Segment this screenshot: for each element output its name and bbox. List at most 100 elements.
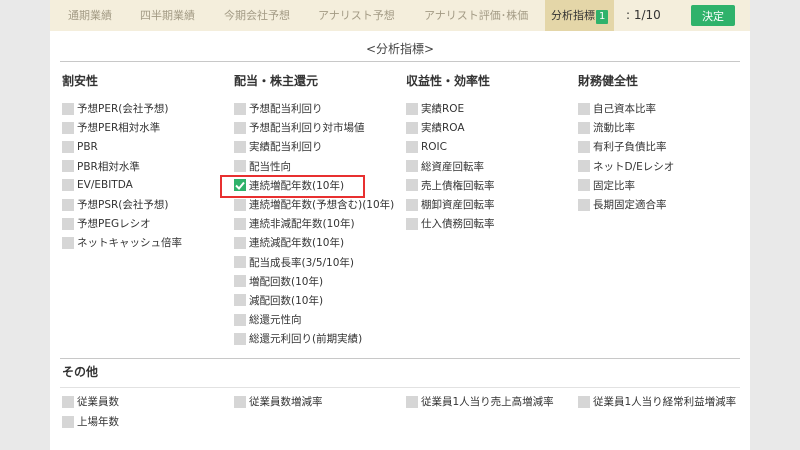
- checkbox-item[interactable]: 実績ROE: [406, 99, 495, 118]
- checkbox-item[interactable]: 配当成長率(3/5/10年): [234, 253, 394, 272]
- checkbox-icon[interactable]: [578, 160, 590, 173]
- checkbox-item[interactable]: 流動比率: [578, 118, 674, 137]
- other-checkbox-item[interactable]: 従業員数: [62, 392, 119, 411]
- checkbox-icon[interactable]: [234, 236, 246, 249]
- checkbox-label: 流動比率: [593, 122, 635, 135]
- tab-analyst-forecast[interactable]: アナリスト予想: [318, 0, 395, 31]
- checkbox-icon[interactable]: [234, 395, 246, 408]
- checkbox-icon[interactable]: [406, 198, 418, 211]
- checkbox-item[interactable]: 減配回数(10年): [234, 291, 394, 310]
- checkbox-item[interactable]: 棚卸資産回転率: [406, 195, 495, 214]
- checkbox-item[interactable]: 売上債権回転率: [406, 176, 495, 195]
- checkbox-icon[interactable]: [234, 332, 246, 345]
- checkbox-item[interactable]: 長期固定適合率: [578, 195, 674, 214]
- checkbox-icon[interactable]: [62, 179, 74, 192]
- divider-top: [60, 61, 740, 62]
- other-checkbox-item[interactable]: 上場年数: [62, 412, 119, 431]
- checkbox-icon[interactable]: [234, 198, 246, 211]
- checkbox-item[interactable]: 実績ROA: [406, 118, 495, 137]
- checkbox-item[interactable]: 総資産回転率: [406, 157, 495, 176]
- other-checkbox-item[interactable]: 従業員1人当り経常利益増減率: [578, 392, 736, 411]
- checkbox-icon[interactable]: [62, 217, 74, 230]
- checkbox-icon[interactable]: [234, 256, 246, 269]
- checkbox-item[interactable]: 予想PER(会社予想): [62, 99, 182, 118]
- checkbox-label: 仕入債務回転率: [421, 218, 495, 231]
- checkbox-item[interactable]: 連続減配年数(10年): [234, 233, 394, 252]
- checkbox-label: 実績ROA: [421, 122, 465, 135]
- checkbox-icon[interactable]: [234, 121, 246, 134]
- checkbox-item[interactable]: ネットキャッシュ倍率: [62, 233, 182, 252]
- checkbox-icon[interactable]: [62, 160, 74, 173]
- checkbox-label: PBR: [77, 140, 98, 153]
- checkbox-icon[interactable]: [406, 179, 418, 192]
- checkbox-label: 売上債権回転率: [421, 179, 495, 192]
- checkbox-icon[interactable]: [406, 121, 418, 134]
- checkbox-icon[interactable]: [234, 275, 246, 288]
- checkbox-item[interactable]: 配当性向: [234, 157, 394, 176]
- checkbox-item[interactable]: 実績配当利回り: [234, 137, 394, 156]
- checkbox-icon[interactable]: [406, 102, 418, 115]
- checkbox-item[interactable]: 増配回数(10年): [234, 272, 394, 291]
- checkbox-label: 予想配当利回り: [249, 103, 323, 116]
- checkbox-icon[interactable]: [578, 102, 590, 115]
- checkbox-icon[interactable]: [406, 217, 418, 230]
- checkbox-icon[interactable]: [62, 236, 74, 249]
- column-heading: 割安性: [62, 74, 99, 88]
- checkbox-label: 従業員1人当り経常利益増減率: [593, 396, 737, 409]
- checkbox-icon[interactable]: [578, 395, 590, 408]
- other-checkbox-item[interactable]: 従業員1人当り売上高増減率: [406, 392, 554, 411]
- checkbox-item[interactable]: 予想配当利回り: [234, 99, 394, 118]
- checkbox-label: EV/EBITDA: [77, 179, 133, 192]
- checkbox-label: 減配回数(10年): [249, 294, 324, 307]
- other-checkbox-item[interactable]: 従業員数増減率: [234, 392, 323, 411]
- checkbox-label: 予想配当利回り対市場値: [249, 122, 365, 135]
- checkbox-item[interactable]: 予想配当利回り対市場値: [234, 118, 394, 137]
- checkbox-item[interactable]: 連続増配年数(10年): [234, 176, 394, 195]
- checkbox-icon[interactable]: [578, 121, 590, 134]
- checkbox-item[interactable]: 連続非減配年数(10年): [234, 214, 394, 233]
- checkbox-icon[interactable]: [234, 160, 246, 173]
- checkbox-icon[interactable]: [62, 415, 74, 428]
- checkbox-icon[interactable]: [62, 198, 74, 211]
- tab-analysis-indicators[interactable]: 分析指標 1: [545, 0, 615, 31]
- tab-quarterly-results[interactable]: 四半期業績: [140, 0, 195, 31]
- checkbox-item[interactable]: 自己資本比率: [578, 99, 674, 118]
- checkbox-item[interactable]: 予想PER相対水準: [62, 118, 182, 137]
- checkbox-icon[interactable]: [234, 217, 246, 230]
- checkbox-item[interactable]: PBR相対水準: [62, 157, 182, 176]
- checkbox-label: 連続増配年数(10年): [249, 179, 345, 192]
- checkbox-icon[interactable]: [406, 140, 418, 153]
- checkbox-icon[interactable]: [62, 121, 74, 134]
- checkbox-icon[interactable]: [578, 179, 590, 192]
- checkbox-item[interactable]: 総還元利回り(前期実績): [234, 329, 394, 348]
- checkbox-item[interactable]: ネットD/Eレシオ: [578, 157, 674, 176]
- tab-analyst-rating[interactable]: アナリスト評価･株価: [424, 0, 528, 31]
- decide-button[interactable]: 決定: [691, 5, 735, 26]
- checkbox-item[interactable]: 仕入債務回転率: [406, 214, 495, 233]
- tab-company-forecast[interactable]: 今期会社予想: [224, 0, 290, 31]
- checkbox-item[interactable]: ROIC: [406, 137, 495, 156]
- checkbox-item[interactable]: 固定比率: [578, 176, 674, 195]
- column-valuation: 割安性予想PER(会社予想) 予想PER相対水準 PBR PBR相対水準 EV/EBIT…: [62, 73, 182, 253]
- checkbox-label: 予想PSR(会社予想): [77, 199, 169, 212]
- checkbox-icon[interactable]: [234, 140, 246, 153]
- checkbox-icon[interactable]: [234, 102, 246, 115]
- checkbox-icon[interactable]: [234, 294, 246, 307]
- checkbox-item[interactable]: 予想PSR(会社予想): [62, 195, 182, 214]
- checkbox-icon[interactable]: [578, 198, 590, 211]
- checkbox-icon[interactable]: [62, 395, 74, 408]
- checkbox-item[interactable]: 有利子負債比率: [578, 137, 674, 156]
- checkbox-icon[interactable]: [234, 313, 246, 326]
- checkbox-icon[interactable]: [62, 140, 74, 153]
- checkbox-item[interactable]: PBR: [62, 137, 182, 156]
- checkbox-item[interactable]: 総還元性向: [234, 310, 394, 329]
- checkbox-icon[interactable]: [62, 102, 74, 115]
- checkbox-icon[interactable]: [406, 160, 418, 173]
- checkbox-item[interactable]: 予想PEGレシオ: [62, 214, 182, 233]
- tab-annual-results[interactable]: 通期業績: [68, 0, 112, 31]
- checkbox-icon[interactable]: [578, 140, 590, 153]
- checkbox-icon[interactable]: [406, 395, 418, 408]
- checkmark-icon[interactable]: [234, 179, 246, 192]
- checkbox-item[interactable]: 連続増配年数(予想含む)(10年): [234, 195, 394, 214]
- checkbox-item[interactable]: EV/EBITDA: [62, 176, 182, 195]
